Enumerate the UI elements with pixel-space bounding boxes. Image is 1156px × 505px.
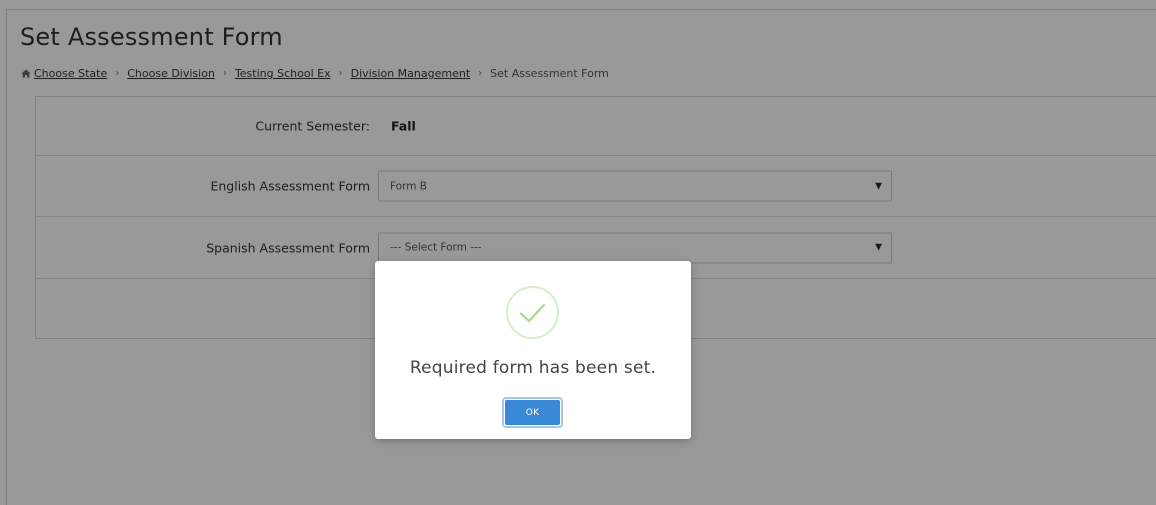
ok-button-label: OK (505, 400, 560, 425)
checkmark-circle-icon (505, 285, 560, 340)
success-dialog: Required form has been set. OK (375, 261, 691, 439)
ok-button[interactable]: OK (502, 397, 563, 428)
dialog-message: Required form has been set. (409, 358, 657, 378)
